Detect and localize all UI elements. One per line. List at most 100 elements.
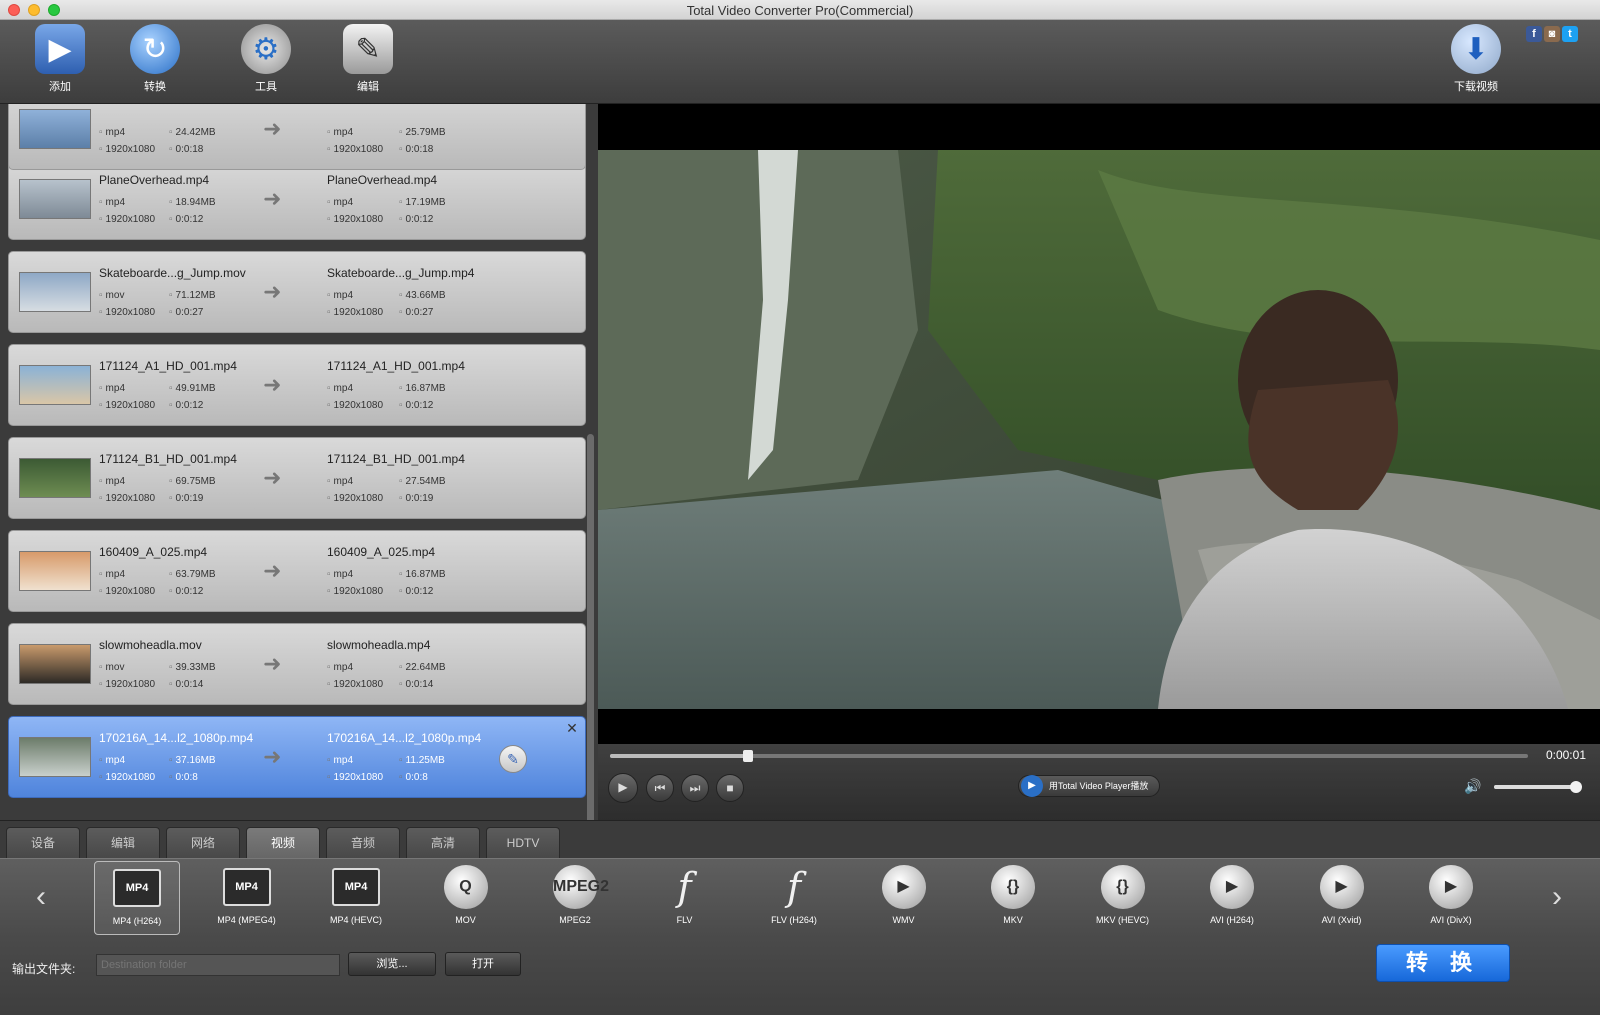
source-size: 69.75MB (169, 476, 216, 487)
tab-0[interactable]: 设备 (6, 827, 80, 859)
file-list-item[interactable]: 171124_B1_HD_001.mp4 mp4 69.75MB 1920x1080 0… (8, 437, 586, 519)
output-format: mp4 (327, 290, 353, 301)
format-option[interactable]: ▶ WMV (861, 861, 947, 935)
file-list-item[interactable]: PlaneOverhead.mp4 mp4 18.94MB 1920x1080 0:0:… (8, 158, 586, 240)
seek-knob[interactable] (742, 750, 753, 762)
source-size: 37.16MB (169, 755, 216, 766)
file-list-item[interactable]: mp4 24.42MB 1920x1080 0:0:18 ➜ mp4 25.79MB 1920… (8, 104, 586, 170)
file-list-item[interactable]: 160409_A_025.mp4 mp4 63.79MB 1920x1080 0:0:1… (8, 530, 586, 612)
output-duration: 0:0:8 (399, 772, 428, 783)
source-resolution: 1920x1080 (99, 679, 156, 690)
format-label: AVI (H264) (1210, 915, 1254, 925)
source-resolution: 1920x1080 (99, 144, 156, 155)
edit-button[interactable]: ✎ 编辑 (328, 24, 408, 94)
format-strip: ‹ › MP4 MP4 (H264) MP4 MP4 (MPEG4) MP4 MP4 (H… (0, 858, 1600, 938)
format-icon-wrap: ▶ (1207, 865, 1257, 909)
instagram-icon[interactable]: ◙ (1544, 26, 1560, 42)
browse-button[interactable]: 浏览... (348, 952, 436, 976)
output-size: 27.54MB (399, 476, 446, 487)
mkv-icon: {} (991, 865, 1035, 909)
file-list-item[interactable]: 170216A_14...l2_1080p.mp4 mp4 37.16MB 1920x… (8, 716, 586, 798)
file-list-item[interactable]: 171124_A1_HD_001.mp4 mp4 49.91MB 1920x1080 0… (8, 344, 586, 426)
convert-button[interactable]: 转 换 (1376, 944, 1510, 982)
format-option[interactable]: {} MKV (970, 861, 1056, 935)
tab-3[interactable]: 视频 (246, 827, 320, 859)
format-icon-wrap: MP4 (222, 865, 272, 909)
format-option[interactable]: MP4 MP4 (MPEG4) (204, 861, 290, 935)
volume-level (1494, 785, 1576, 789)
file-list-item[interactable]: slowmoheadla.mov mov 39.33MB 1920x1080 0:0:1… (8, 623, 586, 705)
volume-slider[interactable] (1494, 781, 1582, 793)
format-icon-wrap: ▶ (1317, 865, 1367, 909)
volume-knob[interactable] (1569, 781, 1582, 793)
format-option[interactable]: ▶ AVI (DivX) (1408, 861, 1494, 935)
output-size: 11.25MB (399, 755, 445, 766)
output-file-name: 171124_B1_HD_001.mp4 (327, 452, 465, 466)
format-icon-wrap: ▶ (879, 865, 929, 909)
format-label: MPEG2 (559, 915, 591, 925)
social-links: f ◙ t (1526, 26, 1578, 42)
video-preview[interactable] (598, 150, 1600, 709)
remove-file-icon[interactable]: ✕ (563, 719, 581, 737)
open-folder-button[interactable]: 打开 (445, 952, 521, 976)
output-duration: 0:0:27 (399, 307, 434, 318)
format-icon-wrap: ▶ (1426, 865, 1476, 909)
source-resolution: 1920x1080 (99, 214, 156, 225)
source-duration: 0:0:14 (169, 679, 204, 690)
source-file-name: 171124_B1_HD_001.mp4 (99, 452, 237, 466)
format-option[interactable]: {} MKV (HEVC) (1080, 861, 1166, 935)
file-list-item[interactable]: Skateboarde...g_Jump.movmov 71.12MB 1920x1… (8, 251, 586, 333)
seek-bar[interactable] (610, 750, 1528, 762)
format-label: MKV (1003, 915, 1023, 925)
output-folder-input[interactable] (96, 954, 340, 976)
tab-5[interactable]: 高清 (406, 827, 480, 859)
add-button[interactable]: ▶ 添加 (20, 24, 100, 94)
download-video-button[interactable]: ⬇ 下载视频 (1436, 24, 1516, 94)
source-resolution: 1920x1080 (99, 772, 156, 783)
tools-button[interactable]: ⚙ 工具 (226, 24, 306, 94)
source-size: 49.91MB (169, 383, 216, 394)
play-button[interactable]: ▶ (608, 773, 638, 803)
source-file-name: 160409_A_025.mp4 (99, 545, 208, 559)
format-option[interactable]: ▶ AVI (H264) (1189, 861, 1275, 935)
format-option[interactable]: MPEG2 MPEG2 (532, 861, 618, 935)
chevron-left-icon[interactable]: ‹ (26, 877, 56, 917)
tab-6[interactable]: HDTV (486, 827, 560, 859)
output-resolution: 1920x1080 (327, 586, 384, 597)
volume-icon[interactable]: 🔊 (1464, 778, 1481, 795)
output-file-name: 170216A_14...l2_1080p.mp4 (327, 731, 482, 745)
tab-2[interactable]: 网络 (166, 827, 240, 859)
source-format: mp4 (99, 476, 125, 487)
stop-button[interactable]: ■ (716, 774, 744, 802)
chevron-right-icon[interactable]: › (1542, 877, 1572, 917)
edit-label: 编辑 (357, 81, 379, 93)
format-option[interactable]: f FLV (642, 861, 728, 935)
file-list-scrollbar[interactable] (587, 434, 594, 820)
play-circle-icon: ▶ (1210, 865, 1254, 909)
source-format: mp4 (99, 383, 125, 394)
tab-4[interactable]: 音频 (326, 827, 400, 859)
format-option[interactable]: MP4 MP4 (HEVC) (313, 861, 399, 935)
format-option[interactable]: MP4 MP4 (H264) (94, 861, 180, 935)
format-option[interactable]: f FLV (H264) (751, 861, 837, 935)
source-file-name: 171124_A1_HD_001.mp4 (99, 359, 237, 373)
format-option[interactable]: ▶ AVI (Xvid) (1299, 861, 1385, 935)
tab-1[interactable]: 编辑 (86, 827, 160, 859)
format-label: MOV (455, 915, 476, 925)
facebook-icon[interactable]: f (1526, 26, 1542, 42)
output-file-name: 171124_A1_HD_001.mp4 (327, 359, 465, 373)
flash-icon: f (677, 865, 692, 909)
output-format: mp4 (327, 476, 353, 487)
edit-file-button[interactable]: ✎ (499, 745, 527, 773)
previous-button[interactable]: ⏮ (646, 774, 674, 802)
stop-icon: ■ (726, 781, 734, 795)
output-resolution: 1920x1080 (327, 772, 384, 783)
next-button[interactable]: ⏭ (681, 774, 709, 802)
mp4-film-icon: MP4 (332, 868, 380, 906)
total-video-player-button[interactable]: ▶ 用Total Video Player播放 (1018, 775, 1160, 797)
twitter-icon[interactable]: t (1562, 26, 1578, 42)
format-option[interactable]: Q MOV (423, 861, 509, 935)
arrow-right-icon: ➜ (263, 465, 282, 490)
video-thumbnail (19, 365, 91, 405)
convert-tool-button[interactable]: ↻ 转换 (115, 24, 195, 94)
